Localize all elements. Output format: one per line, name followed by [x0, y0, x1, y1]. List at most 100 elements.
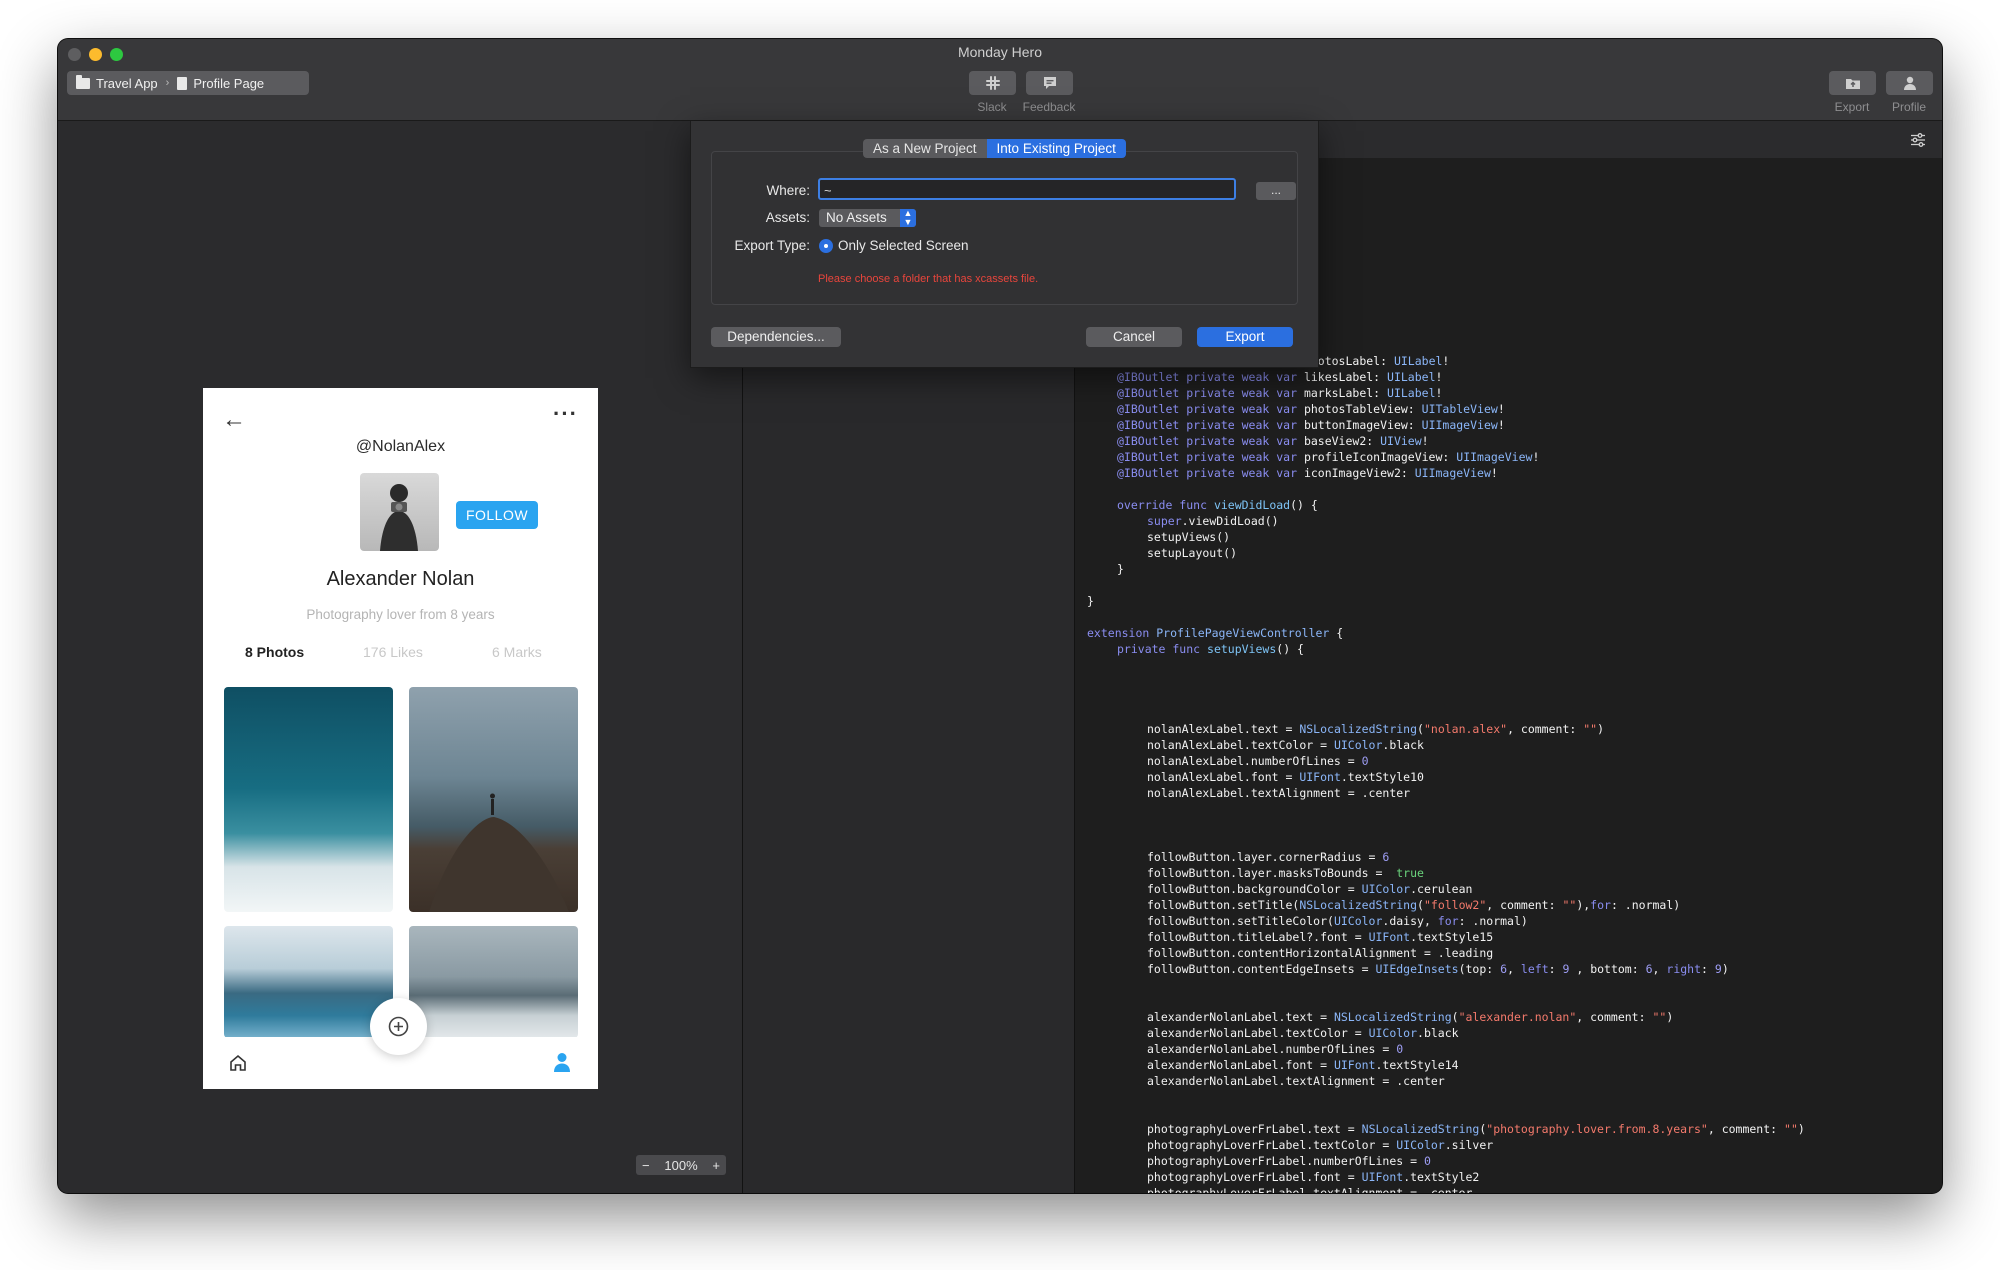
code-line: followButton.contentHorizontalAlignment … — [1147, 946, 1494, 960]
chevron-updown-icon: ▲ ▼ — [900, 209, 916, 227]
where-input[interactable]: ~ — [818, 178, 1236, 200]
code-line: super.viewDidLoad() — [1147, 514, 1279, 528]
code-line: alexanderNolanLabel.text = NSLocalizedSt… — [1147, 1010, 1674, 1024]
code-line: alexanderNolanLabel.textColor = UIColor.… — [1147, 1026, 1459, 1040]
document-icon — [177, 76, 188, 90]
app-window: Monday Hero Travel App › Profile Page Sl… — [58, 39, 1942, 1193]
code-line: nolanAlexLabel.text = NSLocalizedString(… — [1147, 722, 1605, 736]
avatar — [360, 473, 439, 551]
feedback-icon — [1043, 77, 1056, 89]
code-line: } — [1117, 562, 1124, 576]
export-type-radio[interactable] — [819, 239, 833, 253]
photo-rock-hiker[interactable] — [409, 687, 578, 912]
code-line: setupViews() — [1147, 530, 1231, 544]
export-button[interactable] — [1829, 71, 1876, 95]
dependencies-button[interactable]: Dependencies... — [711, 327, 841, 347]
code-line: @IBOutlet private weak var marksLabel: U… — [1117, 386, 1443, 400]
settings-sliders-icon[interactable] — [1910, 132, 1926, 148]
code-line: followButton.layer.cornerRadius = 6 — [1147, 850, 1390, 864]
breadcrumb-project-label: Travel App — [96, 75, 158, 91]
breadcrumb-separator: › — [165, 77, 170, 89]
tab-new-project[interactable]: As a New Project — [863, 139, 987, 158]
where-label: Where: — [766, 183, 810, 198]
browse-button[interactable]: ... — [1256, 182, 1296, 200]
code-line: followButton.titleLabel?.font = UIFont.t… — [1147, 930, 1494, 944]
add-photo-button[interactable] — [370, 998, 427, 1055]
code-line: extension ProfilePageViewController { — [1087, 626, 1344, 640]
export-icon — [1845, 79, 1860, 89]
tab-existing-project[interactable]: Into Existing Project — [986, 139, 1126, 158]
folder-icon — [76, 74, 90, 89]
code-line: followButton.setTitleColor(UIColor.daisy… — [1147, 914, 1528, 928]
design-canvas: ← ··· @NolanAlex FOLLOW Alexander Nolan … — [58, 121, 742, 1193]
stat-likes[interactable]: 176 Likes — [363, 644, 423, 660]
follow-button[interactable]: FOLLOW — [456, 501, 538, 529]
error-message: Please choose a folder that has xcassets… — [818, 273, 1039, 285]
back-arrow-icon[interactable]: ← — [222, 406, 246, 434]
code-line: override func viewDidLoad() { — [1117, 498, 1318, 512]
assets-select-value: No Assets — [826, 210, 887, 225]
home-icon[interactable] — [229, 1054, 247, 1072]
zoom-in-button[interactable]: + — [712, 1158, 720, 1173]
code-line: @IBOutlet private weak var buttonImageVi… — [1117, 418, 1505, 432]
window-title: Monday Hero — [957, 44, 1043, 60]
slack-icon — [985, 76, 1000, 90]
code-line: @IBOutlet private weak var baseView2: UI… — [1117, 434, 1429, 448]
code-line: private func setupViews() { — [1117, 642, 1304, 656]
export-dialog: Where: ~ ... Assets: No Assets ▲ ▼ Export… — [690, 121, 1319, 368]
user-icon[interactable] — [553, 1052, 571, 1072]
code-line: @IBOutlet private weak var photosTableVi… — [1117, 402, 1505, 416]
breadcrumb-page[interactable]: Profile Page — [177, 76, 264, 91]
stat-marks[interactable]: 6 Marks — [492, 644, 542, 660]
more-options-icon[interactable]: ··· — [553, 401, 578, 427]
code-line: } — [1087, 594, 1094, 608]
profile-username: @NolanAlex — [355, 438, 446, 455]
profile-label: Profile — [1891, 100, 1926, 114]
code-line: followButton.contentEdgeInsets = UIEdgeI… — [1147, 962, 1729, 976]
breadcrumb-project[interactable]: Travel App — [76, 74, 158, 91]
code-line: alexanderNolanLabel.numberOfLines = 0 — [1147, 1042, 1404, 1056]
code-line: followButton.backgroundColor = UIColor.c… — [1147, 882, 1473, 896]
code-line: photographyLoverFrLabel.textAlignment = … — [1147, 1186, 1473, 1193]
profile-name: Alexander Nolan — [326, 568, 475, 590]
zoom-out-button[interactable]: − — [642, 1158, 650, 1173]
code-line: nolanAlexLabel.textColor = UIColor.black — [1147, 738, 1424, 752]
code-line: alexanderNolanLabel.font = UIFont.textSt… — [1147, 1058, 1459, 1072]
code-line: @IBOutlet private weak var iconImageView… — [1117, 466, 1498, 480]
profile-bio: Photography lover from 8 years — [306, 607, 495, 622]
code-line: followButton.layer.masksToBounds = true — [1147, 866, 1424, 880]
code-line: setupLayout() — [1147, 546, 1238, 560]
code-line: followButton.setTitle(NSLocalizedString(… — [1147, 898, 1681, 912]
export-mode-segmented: As a New Project Into Existing Project — [863, 139, 1126, 158]
zoom-level: 100% — [664, 1157, 698, 1173]
export-options-group: Where: ~ ... Assets: No Assets ▲ ▼ Export… — [711, 151, 1298, 305]
assets-label: Assets: — [765, 210, 810, 225]
breadcrumb-page-label: Profile Page — [193, 75, 265, 91]
code-line: photographyLoverFrLabel.font = UIFont.te… — [1147, 1170, 1480, 1184]
code-line: @IBOutlet private weak var profileIconIm… — [1117, 450, 1540, 464]
code-line: nolanAlexLabel.numberOfLines = 0 — [1147, 754, 1369, 768]
photo-lake[interactable] — [224, 926, 393, 1038]
photo-rocky-shore[interactable] — [409, 926, 578, 1038]
slack-button[interactable] — [969, 71, 1016, 95]
feedback-label: Feedback — [1022, 100, 1076, 114]
export-type-label: Export Type: — [734, 238, 810, 253]
stat-photos[interactable]: 8 Photos — [245, 644, 304, 660]
cancel-button[interactable]: Cancel — [1086, 327, 1182, 347]
profile-icon — [1903, 76, 1916, 90]
export-confirm-button[interactable]: Export — [1197, 327, 1293, 347]
code-line: @IBOutlet private weak var likesLabel: U… — [1117, 370, 1443, 384]
code-line: photographyLoverFrLabel.textColor = UICo… — [1147, 1138, 1494, 1152]
feedback-button[interactable] — [1026, 71, 1073, 95]
breadcrumb: Travel App › Profile Page — [67, 71, 309, 95]
title-bar: Monday Hero Travel App › Profile Page Sl… — [58, 39, 1942, 121]
code-line: nolanAlexLabel.font = UIFont.textStyle10 — [1147, 770, 1424, 784]
code-line: photographyLoverFrLabel.numberOfLines = … — [1147, 1154, 1431, 1168]
assets-select[interactable]: No Assets ▲ ▼ — [819, 209, 916, 227]
profile-button[interactable] — [1886, 71, 1933, 95]
zoom-control: − 100% + — [636, 1155, 726, 1175]
photo-ocean-waves[interactable] — [224, 687, 393, 912]
plus-circle-icon — [388, 1016, 409, 1037]
phone-preview: ← ··· @NolanAlex FOLLOW Alexander Nolan … — [203, 388, 598, 1089]
export-type-value: Only Selected Screen — [838, 238, 969, 253]
